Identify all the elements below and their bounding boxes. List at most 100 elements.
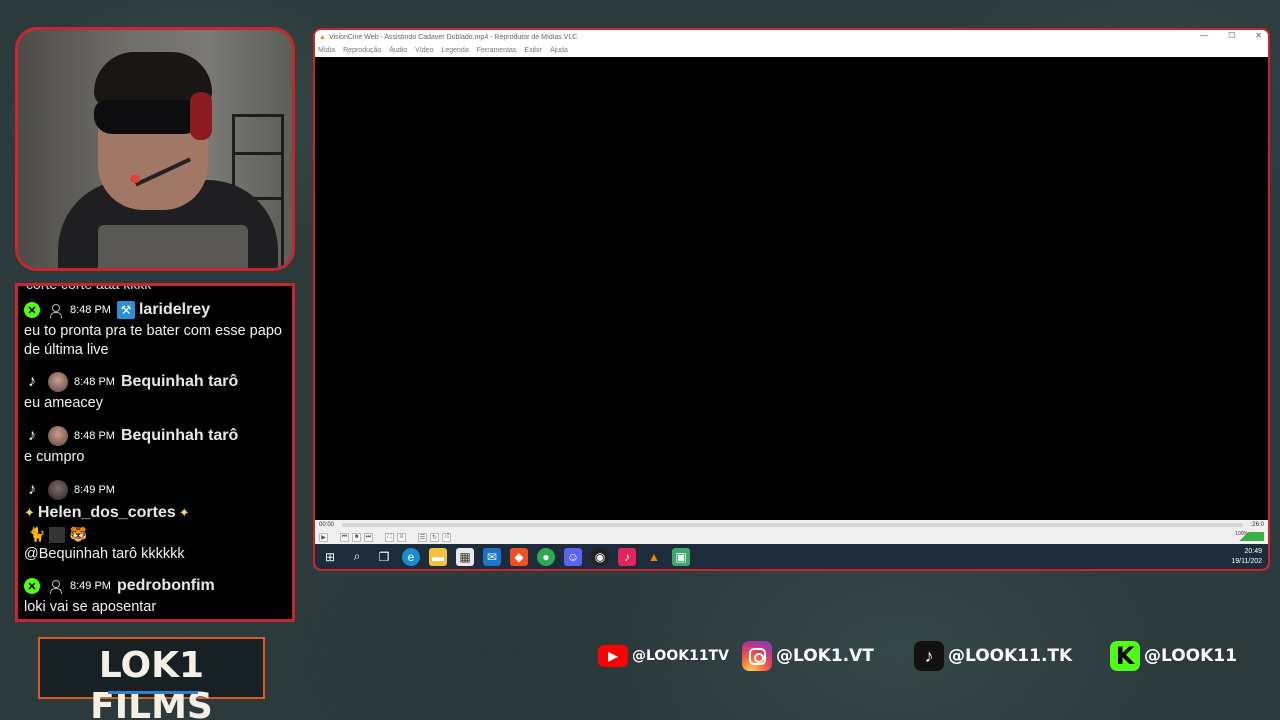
kick-icon: ✕ [24, 578, 40, 594]
menu-video[interactable]: Vídeo [415, 47, 433, 54]
youtube-handle: @LOOK11TV [632, 648, 729, 664]
chat-message: ♪ 8:49 PM ✦ Helen_dos_cortes ✦ 🐈 🐯 @Bequ… [18, 478, 292, 564]
sparkle-icon: ✦ [24, 505, 35, 520]
seek-bar[interactable] [342, 523, 1243, 527]
user-icon [48, 579, 62, 594]
volume-slider[interactable]: 100% [1224, 531, 1264, 541]
webcam-overlay [15, 27, 295, 271]
next-icon[interactable]: ⏭ [364, 532, 373, 542]
user-icon [48, 303, 62, 318]
chat-cut-message: corte corte aaa kkkk [26, 283, 152, 292]
social-youtube: ▶ @LOOK11TV [598, 640, 729, 672]
windows-start-icon[interactable]: ⊞ [321, 548, 339, 566]
brave-icon[interactable]: ◆ [510, 547, 528, 566]
message-text: e cumpro [24, 449, 85, 465]
menu-help[interactable]: Ajuda [550, 47, 568, 54]
avatar [48, 372, 68, 392]
message-time: 8:48 PM [70, 304, 111, 316]
chat-message: ♪ 8:48 PM Bequinhah tarô e cumpro [18, 424, 292, 467]
tiktok-live-icon[interactable]: ♪ [618, 547, 636, 566]
chat-panel: corte corte aaa kkkk ✕ 8:48 PM ⚒ laridel… [15, 283, 295, 622]
message-user: Helen_dos_cortes [37, 504, 176, 521]
tiktok-icon: ♪ [28, 373, 36, 390]
play-icon[interactable]: ▶ [319, 532, 328, 542]
mail-icon[interactable]: ✉ [483, 547, 501, 566]
message-time: 8:48 PM [74, 430, 115, 442]
logo-text: LOK1 FILMS [90, 645, 213, 720]
playlist-icon[interactable]: ☰ [418, 532, 427, 542]
message-text: @Bequinhah tarô kkkkkk [24, 546, 185, 562]
tiktok-icon: ♪ [28, 481, 36, 498]
shuffle-icon[interactable]: ⤮ [442, 532, 451, 542]
vlc-icon[interactable]: ▲ [645, 548, 663, 566]
kick-handle: @LOOK11 [1144, 646, 1237, 666]
minimize-icon[interactable]: — [1200, 31, 1208, 40]
close-icon[interactable]: ✕ [1255, 31, 1262, 40]
edge-icon[interactable]: e [402, 547, 420, 566]
message-user: laridelrey [138, 301, 211, 318]
tiktok-icon: ♪ [914, 641, 944, 671]
store-icon[interactable]: ▦ [456, 547, 474, 566]
message-user: pedrobonfim [116, 577, 215, 594]
search-icon[interactable]: ⌕ [348, 548, 366, 566]
fullscreen-icon[interactable]: ⛶ [385, 532, 394, 542]
message-user: Bequinhah tarô [120, 373, 239, 390]
volume-percent: 100% [1235, 531, 1248, 537]
obs-icon[interactable]: ◉ [591, 547, 609, 566]
badge-icon [49, 526, 66, 543]
vlc-window: ▲ VisionCine Web - Assistindo Cadaver Du… [313, 28, 1270, 571]
discord-icon[interactable]: ☺ [564, 547, 582, 566]
avatar [48, 480, 68, 500]
message-text: eu ameacey [24, 395, 103, 411]
cat-icon: 🐈 [28, 526, 46, 542]
loop-icon[interactable]: ↻ [430, 532, 439, 542]
tiktok-handle: @LOOK11.TK [948, 646, 1073, 666]
message-text: loki vai se aposentar [24, 599, 157, 615]
title-bar[interactable]: ▲ VisionCine Web - Assistindo Cadaver Du… [315, 30, 1268, 44]
instagram-icon [742, 641, 772, 671]
total-time: :26:0 [1250, 522, 1264, 528]
sparkle-icon: ✦ [178, 505, 190, 520]
logo-underline [108, 691, 198, 694]
maximize-icon[interactable]: ☐ [1228, 31, 1235, 40]
menu-tools[interactable]: Ferramentas [477, 47, 517, 54]
video-area[interactable] [315, 57, 1268, 520]
instagram-handle: @LOK1.VT [776, 646, 874, 666]
avatar [48, 426, 68, 446]
extended-settings-icon[interactable]: ≡ [397, 532, 406, 542]
vlc-cone-icon: ▲ [319, 33, 326, 41]
menu-subtitle[interactable]: Legenda [441, 47, 468, 54]
task-view-icon[interactable]: ❐ [375, 548, 393, 566]
chrome-icon[interactable]: ● [537, 547, 555, 566]
menu-view[interactable]: Exibir [524, 47, 542, 54]
playback-controls: ▶ ⏮ ■ ⏭ ⛶ ≡ ☰ ↻ ⤮ 100% [315, 530, 1268, 544]
user-badges: 🐈 🐯 [28, 526, 286, 543]
file-explorer-icon[interactable]: ▬ [429, 547, 447, 566]
message-user: Bequinhah tarô [120, 427, 239, 444]
window-title: VisionCine Web - Assistindo Cadaver Dubl… [328, 33, 578, 41]
elapsed-time: 00:00 [319, 522, 335, 528]
chat-message: ✕ 8:49 PM pedrobonfim loki vai se aposen… [18, 574, 292, 617]
system-clock[interactable]: 20:49 19/11/202 [1231, 547, 1262, 567]
youtube-icon: ▶ [598, 645, 628, 667]
moderator-badge-icon: ⚒ [116, 301, 135, 319]
previous-icon[interactable]: ⏮ [340, 532, 349, 542]
social-instagram: @LOK1.VT [742, 640, 874, 672]
message-time: 8:49 PM [74, 484, 115, 496]
message-time: 8:48 PM [74, 376, 115, 388]
menu-playback[interactable]: Reprodução [343, 47, 381, 54]
app-icon[interactable]: ▣ [672, 547, 690, 566]
menu-media[interactable]: Mídia [318, 47, 335, 54]
stop-icon[interactable]: ■ [352, 532, 361, 542]
clock-date: 19/11/202 [1231, 558, 1262, 565]
seek-row: 00:00 :26:0 [315, 520, 1268, 530]
message-time: 8:49 PM [70, 580, 111, 592]
chat-message: ♪ 8:48 PM Bequinhah tarô eu ameacey [18, 370, 292, 413]
social-tiktok: ♪ @LOOK11.TK [914, 640, 1072, 672]
kick-icon: K [1110, 641, 1140, 671]
menu-audio[interactable]: Áudio [389, 47, 407, 54]
message-text: eu to pronta pra te bater com esse papo … [24, 323, 282, 358]
tiger-icon: 🐯 [69, 526, 87, 542]
kick-icon: ✕ [24, 302, 40, 318]
tiktok-icon: ♪ [28, 427, 36, 444]
